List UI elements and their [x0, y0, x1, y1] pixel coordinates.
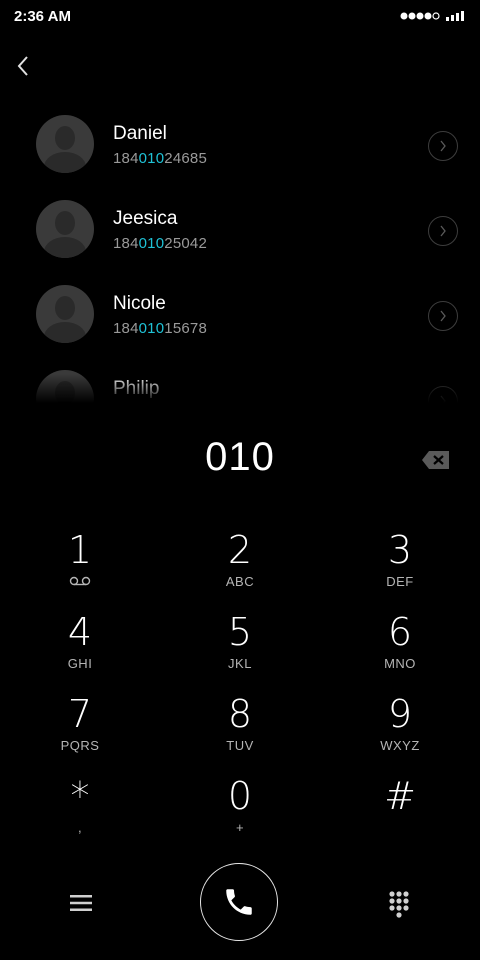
- key-digit: 2: [227, 528, 253, 572]
- contact-detail-button[interactable]: [428, 301, 458, 331]
- chevron-right-circle-icon: [440, 395, 446, 407]
- key-star[interactable]: * ,: [20, 776, 140, 856]
- key-letters: [340, 820, 460, 836]
- chevron-left-icon: [17, 56, 28, 76]
- call-button[interactable]: [200, 863, 278, 941]
- key-0[interactable]: 0 +: [180, 776, 300, 856]
- voicemail-icon: [20, 574, 140, 590]
- status-bar: 2:36 AM: [0, 0, 480, 34]
- key-letters: ,: [77, 820, 83, 835]
- key-letters: WXYZ: [380, 738, 420, 753]
- key-digit: 0: [227, 774, 253, 818]
- key-digit: 6: [387, 610, 413, 654]
- contact-name: Daniel: [113, 123, 167, 144]
- key-letters: DEF: [386, 574, 414, 589]
- contact-name: Jeesica: [113, 208, 178, 229]
- chevron-right-circle-icon: [440, 140, 446, 152]
- status-time: 2:36 AM: [14, 8, 71, 25]
- key-1[interactable]: 1: [20, 530, 140, 610]
- menu-button[interactable]: [66, 888, 96, 918]
- signal-dots-icon: [400, 12, 440, 20]
- key-letters: PQRS: [60, 738, 100, 753]
- key-4[interactable]: 4 GHI: [20, 612, 140, 692]
- key-letters: JKL: [228, 656, 252, 671]
- key-8[interactable]: 8 TUV: [180, 694, 300, 774]
- key-letters: TUV: [226, 738, 254, 753]
- avatar: [36, 370, 94, 408]
- avatar: [36, 115, 94, 173]
- key-digit: 4: [67, 610, 93, 654]
- contact-number: 18401025042: [113, 235, 207, 252]
- key-digit: 7: [67, 692, 93, 736]
- contact-detail-button[interactable]: [428, 386, 458, 408]
- key-digit: #: [384, 774, 416, 818]
- contact-suggestions-list[interactable]: Daniel 18401024685 Jeesica 18401025042 N…: [0, 100, 480, 408]
- key-digit: 3: [387, 528, 413, 572]
- contact-number: 18401015678: [113, 320, 207, 337]
- key-digit: 5: [227, 610, 253, 654]
- contact-name: Philip: [113, 378, 160, 399]
- contact-row-jeesica[interactable]: Jeesica 18401025042: [0, 185, 480, 270]
- key-digit: 9: [387, 692, 413, 736]
- avatar: [36, 200, 94, 258]
- key-5[interactable]: 5 JKL: [180, 612, 300, 692]
- dialed-number: 010: [205, 435, 275, 479]
- key-letters: MNO: [384, 656, 416, 671]
- contact-number: 18401024685: [113, 150, 207, 167]
- key-letters: GHI: [67, 656, 93, 671]
- backspace-icon: [422, 451, 449, 469]
- key-2[interactable]: 2 ABC: [180, 530, 300, 610]
- key-letters: ABC: [225, 574, 255, 589]
- contact-detail-button[interactable]: [428, 216, 458, 246]
- contact-row-philip[interactable]: Philip: [0, 355, 480, 408]
- signal-bars-icon: [446, 11, 464, 21]
- key-digit: 8: [227, 692, 253, 736]
- phone-icon: [226, 889, 252, 915]
- contact-row-nicole[interactable]: Nicole 18401015678: [0, 270, 480, 355]
- dialpad-toggle-button[interactable]: [384, 888, 414, 920]
- key-digit: *: [70, 774, 90, 818]
- bottom-action-bar: [0, 860, 480, 950]
- key-letters: +: [235, 820, 245, 835]
- contact-detail-button[interactable]: [428, 131, 458, 161]
- menu-icon: [70, 895, 92, 911]
- key-hash[interactable]: #: [340, 776, 460, 856]
- avatar: [36, 285, 94, 343]
- back-button[interactable]: [8, 50, 38, 82]
- key-6[interactable]: 6 MNO: [340, 612, 460, 692]
- key-7[interactable]: 7 PQRS: [20, 694, 140, 774]
- key-3[interactable]: 3 DEF: [340, 530, 460, 610]
- backspace-button[interactable]: [420, 448, 452, 472]
- contact-row-daniel[interactable]: Daniel 18401024685: [0, 100, 480, 185]
- chevron-right-circle-icon: [440, 310, 446, 322]
- chevron-right-circle-icon: [440, 225, 446, 237]
- status-icons: [400, 11, 466, 21]
- contact-name: Nicole: [113, 293, 166, 314]
- key-9[interactable]: 9 WXYZ: [340, 694, 460, 774]
- dialpad-icon: [389, 891, 409, 918]
- key-digit: 1: [67, 528, 93, 572]
